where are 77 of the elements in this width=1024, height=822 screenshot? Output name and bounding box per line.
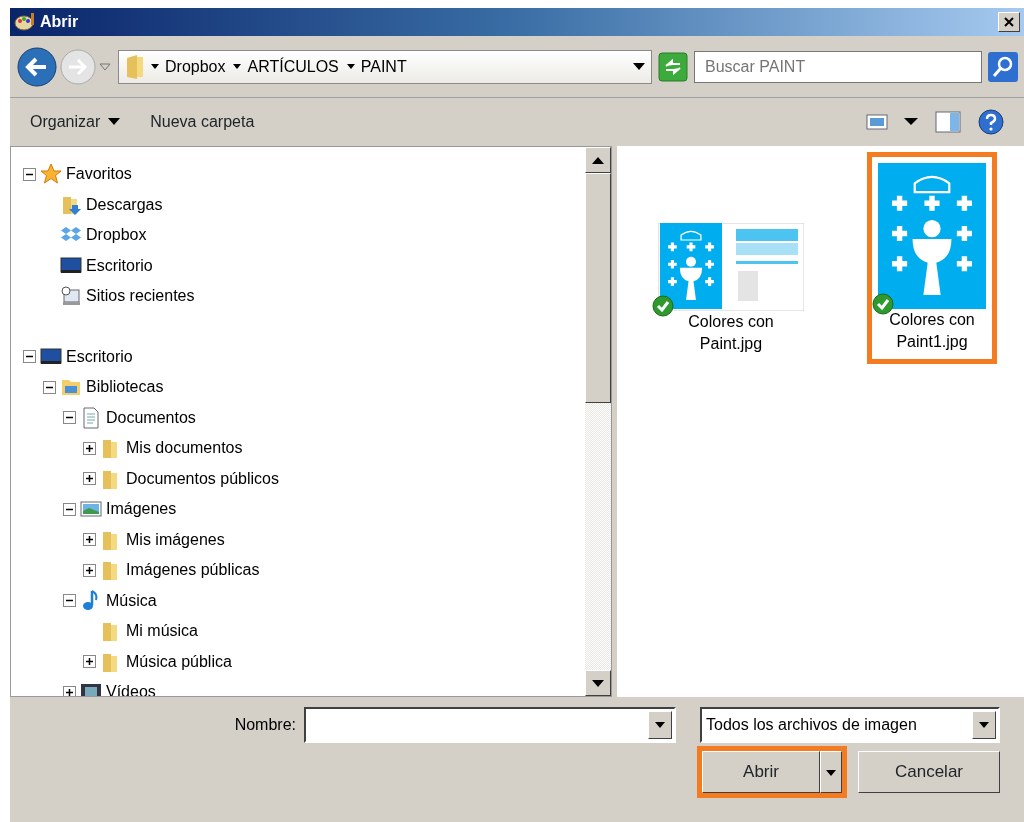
breadcrumb-link[interactable]: PAINT	[360, 54, 407, 79]
tree-item[interactable]: Música	[106, 588, 157, 613]
up-arrow-icon	[592, 156, 604, 164]
expand-icon[interactable]	[63, 685, 76, 696]
window-title: Abrir	[40, 12, 79, 32]
open-options-button[interactable]	[820, 751, 842, 793]
search-field[interactable]: Buscar PAINT	[694, 50, 982, 83]
tree-item[interactable]: Escritorio	[86, 253, 153, 278]
caret-icon	[655, 722, 665, 728]
tree-item[interactable]: Música pública	[126, 649, 232, 674]
caret-icon[interactable]	[904, 118, 918, 126]
star-icon	[40, 163, 62, 186]
collapse-icon[interactable]	[23, 167, 36, 181]
caret-icon[interactable]	[346, 63, 355, 70]
recent-places-icon	[60, 285, 82, 308]
file-name: Colores con Paint1.jpg	[889, 310, 975, 352]
collapse-icon[interactable]	[63, 502, 76, 516]
tree-item[interactable]: Imágenes	[106, 497, 177, 522]
collapse-icon[interactable]	[23, 350, 36, 364]
scrollbar[interactable]	[585, 147, 611, 696]
expand-icon[interactable]	[83, 655, 96, 669]
tree-item[interactable]: Dropbox	[86, 223, 147, 248]
tree-item[interactable]: Documentos	[106, 405, 196, 430]
palette-icon	[14, 12, 36, 32]
file-item[interactable]: Colores con Paint1.jpg	[867, 152, 997, 364]
breadcrumb-link[interactable]: Dropbox	[165, 54, 226, 79]
collapse-icon[interactable]	[63, 411, 76, 425]
sync-check-icon	[652, 295, 674, 317]
tree-item[interactable]: Descargas	[86, 192, 163, 217]
tree-item[interactable]: Mis imágenes	[126, 527, 225, 552]
expand-icon[interactable]	[83, 441, 96, 455]
folder-icon	[125, 53, 145, 80]
view-icon[interactable]	[866, 113, 888, 131]
file-type-dropdown[interactable]: Todos los archivos de imagen	[700, 707, 1000, 743]
tree-item[interactable]: Mi música	[126, 619, 198, 644]
close-icon	[1003, 16, 1015, 28]
name-label: Nombre:	[234, 715, 296, 735]
tree-item[interactable]: Sitios recientes	[86, 284, 195, 309]
cancel-button[interactable]: Cancelar	[858, 751, 1000, 793]
scroll-down-button[interactable]	[585, 670, 611, 696]
document-icon	[80, 406, 102, 429]
tree-item[interactable]: Imágenes públicas	[126, 558, 260, 583]
tree-item[interactable]: Mis documentos	[126, 436, 243, 461]
file-name: Colores con Paint.jpg	[688, 312, 774, 354]
caret-icon	[979, 722, 989, 728]
back-button[interactable]	[16, 45, 58, 88]
file-item[interactable]: Colores con Paint.jpg	[647, 212, 815, 366]
history-dropdown[interactable]	[98, 61, 112, 72]
tree-item[interactable]: Escritorio	[66, 344, 133, 369]
scroll-up-button[interactable]	[585, 147, 611, 173]
expand-icon[interactable]	[83, 472, 96, 486]
breadcrumb-link[interactable]: ARTÍCULOS	[247, 54, 339, 79]
new-folder-button[interactable]: Nueva carpeta	[150, 110, 255, 134]
expand-icon[interactable]	[83, 533, 96, 547]
address-bar[interactable]: Dropbox ARTÍCULOS PAINT	[118, 49, 652, 84]
close-button[interactable]	[998, 12, 1020, 32]
file-name-field[interactable]	[304, 707, 676, 743]
caret-icon	[826, 769, 836, 776]
sync-check-icon	[872, 293, 894, 315]
tree-item[interactable]: Documentos públicos	[126, 466, 279, 491]
expand-icon[interactable]	[83, 563, 96, 577]
tree-item[interactable]: Favoritos	[66, 162, 132, 187]
help-icon[interactable]	[978, 109, 1004, 135]
scroll-thumb[interactable]	[585, 173, 611, 403]
preview-pane-icon[interactable]	[934, 110, 962, 134]
tree-item[interactable]: Bibliotecas	[86, 375, 164, 400]
collapse-icon[interactable]	[43, 380, 56, 394]
search-icon[interactable]	[988, 51, 1018, 82]
open-button[interactable]: Abrir	[702, 751, 820, 793]
caret-icon[interactable]	[233, 63, 242, 70]
caret-icon[interactable]	[151, 63, 159, 70]
refresh-button[interactable]	[658, 51, 688, 82]
down-arrow-icon	[592, 679, 604, 687]
caret-icon	[108, 118, 121, 126]
organize-menu[interactable]: Organizar	[30, 110, 121, 134]
collapse-icon[interactable]	[63, 594, 76, 608]
caret-icon[interactable]	[633, 62, 645, 71]
